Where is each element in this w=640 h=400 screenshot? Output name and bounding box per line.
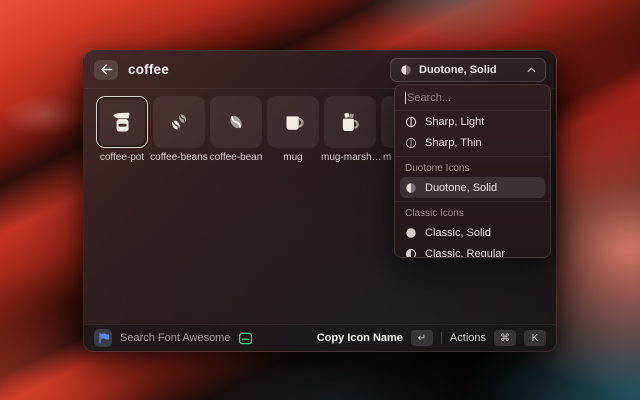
- chevron-up-icon: [527, 67, 536, 73]
- mug-icon: [280, 109, 306, 135]
- menu-item-label: Classic, Regular: [425, 248, 505, 259]
- coffee-beans-icon: [166, 109, 192, 135]
- tile-label: coffee-beans: [150, 152, 208, 163]
- tile-label: mug: [264, 152, 322, 163]
- arrow-left-icon: [100, 64, 113, 75]
- mug-marshmallows-icon: [337, 109, 363, 135]
- tile-label: mug-marsh…: [321, 152, 379, 163]
- circle-half-duotone-icon: [405, 182, 417, 194]
- font-awesome-flag-icon: [94, 329, 112, 347]
- menu-item-label: Sharp, Thin: [425, 137, 482, 149]
- coffee-bean-icon: [223, 109, 249, 135]
- menu-item-duotone-solid[interactable]: Duotone, Solid: [400, 177, 545, 198]
- search-placeholder: Search...: [407, 92, 451, 104]
- menu-item-sharp-thin[interactable]: Sharp, Thin: [395, 132, 550, 153]
- menu-item-label: Classic, Solid: [425, 227, 491, 239]
- icon-tile-mug[interactable]: [267, 96, 319, 148]
- coffee-pot-icon: [109, 109, 135, 135]
- search-query[interactable]: coffee: [128, 62, 380, 77]
- footer-divider: [441, 332, 442, 344]
- icon-tile-mug-marshmallows[interactable]: [324, 96, 376, 148]
- primary-action-button[interactable]: Copy Icon Name: [317, 332, 403, 344]
- back-button[interactable]: [94, 60, 118, 80]
- menu-item-label: Duotone, Solid: [425, 182, 497, 194]
- menu-item-classic-regular[interactable]: Classic, Regular: [395, 243, 550, 258]
- circle-split-thin-icon: [405, 137, 417, 149]
- menu-item-sharp-light[interactable]: Sharp, Light: [395, 111, 550, 132]
- circle-solid-icon: [405, 227, 417, 239]
- command-key-badge: ⌘: [494, 330, 516, 346]
- menu-divider: [395, 201, 550, 202]
- menu-item-classic-solid[interactable]: Classic, Solid: [395, 222, 550, 243]
- desktop: coffee Duotone, Solid: [0, 0, 640, 400]
- style-dropdown-menu: Search... Sharp, Light Sharp, Thin Duoto…: [394, 84, 551, 258]
- menu-section-classic: Classic Icons: [395, 205, 550, 222]
- launcher-window: coffee Duotone, Solid: [83, 50, 557, 352]
- icon-tile-coffee-bean[interactable]: [210, 96, 262, 148]
- actions-button[interactable]: Actions: [450, 332, 486, 344]
- return-key-badge: ↵: [411, 330, 433, 346]
- menu-divider: [395, 156, 550, 157]
- text-caret: [405, 92, 406, 104]
- icon-tile-coffee-beans[interactable]: [153, 96, 205, 148]
- circle-split-light-icon: [405, 116, 417, 128]
- tile-label: coffee-bean: [207, 152, 265, 163]
- circle-half-stroke-icon: [405, 248, 417, 259]
- menu-section-duotone: Duotone Icons: [395, 160, 550, 177]
- menu-item-label: Sharp, Light: [425, 116, 484, 128]
- style-dropdown-label: Duotone, Solid: [419, 64, 520, 76]
- duotone-circle-icon: [400, 64, 412, 76]
- k-key-badge: K: [524, 330, 546, 346]
- style-menu-search-input[interactable]: Search...: [395, 85, 550, 111]
- style-dropdown-button[interactable]: Duotone, Solid: [390, 58, 546, 82]
- icon-tile-coffee-pot[interactable]: [96, 96, 148, 148]
- tile-label: coffee-pot: [93, 152, 151, 163]
- window-footer: Search Font Awesome Copy Icon Name ↵ Act…: [84, 324, 556, 351]
- extension-name: Search Font Awesome: [120, 332, 230, 344]
- green-window-icon: [238, 331, 253, 346]
